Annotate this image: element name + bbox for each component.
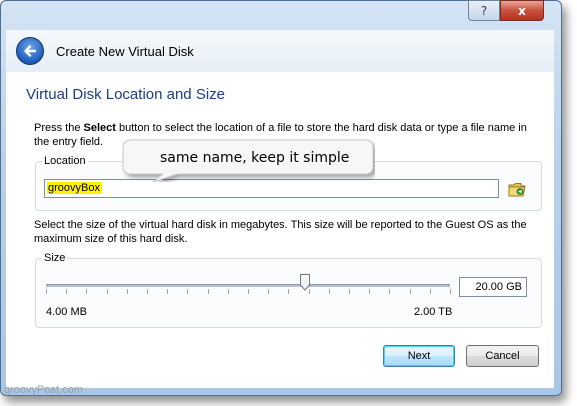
slider-tick [389, 289, 390, 294]
folder-icon [508, 182, 526, 196]
window-controls: ? x [468, 0, 544, 21]
next-button[interactable]: Next [383, 345, 455, 367]
location-value: groovyBox [47, 182, 102, 194]
size-slider-thumb[interactable] [300, 274, 310, 291]
size-value-input[interactable]: 20.00 GB [459, 277, 527, 297]
wizard-title: Create New Virtual Disk [56, 44, 194, 59]
back-button[interactable] [16, 37, 44, 65]
slider-tick [107, 289, 108, 294]
size-slider-ticks [46, 289, 451, 294]
help-button[interactable]: ? [468, 0, 500, 21]
slider-tick [86, 289, 87, 294]
slider-tick [228, 289, 229, 294]
slider-tick [430, 289, 431, 294]
slider-tick [349, 289, 350, 294]
size-max-label: 2.00 TB [414, 306, 453, 318]
wizard-header: Create New Virtual Disk [6, 30, 554, 73]
page-title: Virtual Disk Location and Size [26, 86, 225, 103]
help-icon: ? [480, 3, 488, 18]
slider-tick [167, 289, 168, 294]
slider-tick [329, 289, 330, 294]
instruction-bold: Select [83, 122, 116, 134]
size-description: Select the size of the virtual hard disk… [34, 219, 527, 245]
size-min-label: 4.00 MB [46, 306, 87, 318]
close-icon: x [518, 3, 526, 18]
close-button[interactable]: x [500, 0, 544, 21]
slider-tick [450, 289, 451, 294]
size-slider-track[interactable] [46, 284, 450, 287]
location-label: Location [42, 155, 88, 167]
size-label: Size [42, 252, 68, 264]
slider-tick [248, 289, 249, 294]
cancel-button[interactable]: Cancel [466, 345, 539, 367]
slider-tick [369, 289, 370, 294]
slider-tick [208, 289, 209, 294]
slider-tick [288, 289, 289, 294]
slider-thumb-icon [300, 274, 310, 291]
slider-tick [46, 289, 47, 294]
select-folder-button[interactable] [506, 179, 528, 199]
callout-text: same name, keep it simple [160, 150, 350, 166]
instruction-prefix: Press the [34, 122, 84, 134]
slider-tick [127, 289, 128, 294]
slider-tick [268, 289, 269, 294]
watermark: groovyPost.com [4, 384, 83, 396]
back-arrow-icon [24, 45, 37, 57]
slider-tick [66, 289, 67, 294]
slider-tick [147, 289, 148, 294]
slider-tick [410, 289, 411, 294]
slider-tick [187, 289, 188, 294]
